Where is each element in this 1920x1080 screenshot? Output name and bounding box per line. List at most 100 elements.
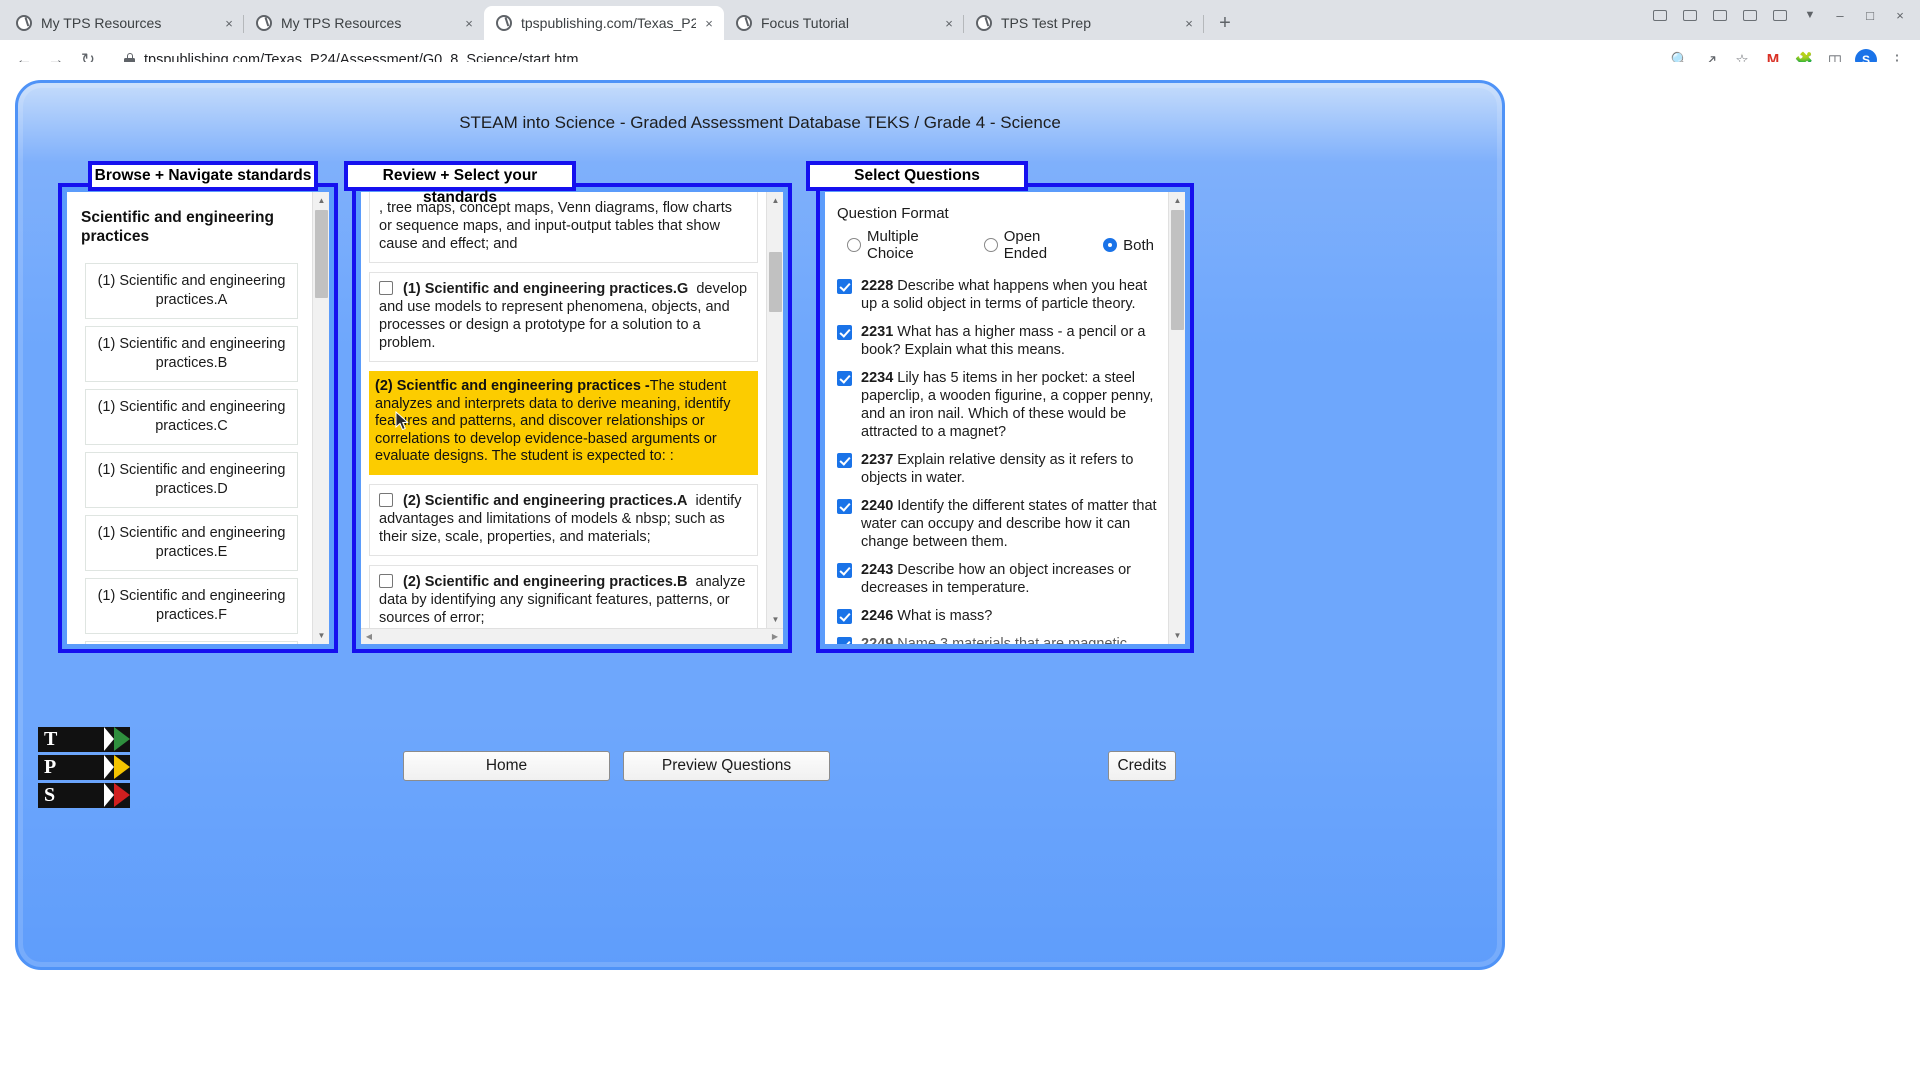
layout-icon[interactable] — [1706, 2, 1734, 28]
window-maximize-button[interactable]: □ — [1856, 2, 1884, 28]
question-checkbox[interactable] — [837, 371, 852, 386]
question-checkbox[interactable] — [837, 325, 852, 340]
browser-tab-3-active[interactable]: tpspublishing.com/Texas_P24/A × — [484, 6, 724, 40]
grid-icon[interactable] — [1676, 2, 1704, 28]
standard-item[interactable]: (1) Scientific and engineering practices… — [85, 452, 298, 508]
question-row[interactable]: 2234 Lily has 5 items in her pocket: a st… — [825, 364, 1168, 446]
standard-item[interactable]: (1) Scientific and engineering practices… — [85, 515, 298, 571]
question-format-label: Question Format — [837, 205, 949, 222]
tab-close-icon[interactable]: × — [220, 14, 238, 32]
question-checkbox[interactable] — [837, 609, 852, 624]
questions-scroll-wrap: Question Format Multiple Choice Open End… — [825, 192, 1185, 644]
standard-item[interactable]: (1) Scientific and engineering practices… — [85, 641, 298, 644]
scroll-up-icon[interactable]: ▲ — [313, 192, 329, 209]
browser-tab-2[interactable]: My TPS Resources × — [244, 6, 484, 40]
scroll-down-icon[interactable]: ▼ — [767, 611, 783, 628]
browse-navigate-frame: Scientific and engineering practices (1)… — [58, 183, 338, 653]
browse-navigate-header: Browse + Navigate standards — [88, 161, 318, 191]
standard-code: (1) Scientific and engineering practices… — [403, 281, 689, 297]
question-row[interactable]: 2228 Describe what happens when you heat … — [825, 272, 1168, 318]
page-title: STEAM into Science - Graded Assessment D… — [459, 113, 1061, 132]
question-body: 2231 What has a higher mass - a pencil or… — [861, 323, 1158, 359]
question-row[interactable]: 2240 Identify the different states of mat… — [825, 492, 1168, 556]
scroll-right-icon[interactable]: ▶ — [767, 629, 783, 644]
standard-item[interactable]: (1) Scientific and engineering practices… — [85, 389, 298, 445]
tab-close-icon[interactable]: × — [940, 14, 958, 32]
radio-open-ended[interactable] — [983, 238, 998, 252]
question-format-options: Multiple Choice Open Ended Both — [825, 228, 1168, 272]
review-select-inner: , tree maps, concept maps, Venn diagrams… — [361, 192, 783, 644]
tab-close-icon[interactable]: × — [1180, 14, 1198, 32]
question-row[interactable]: 2243 Describe how an object increases or … — [825, 556, 1168, 602]
chevron-down-icon[interactable]: ▼ — [1796, 2, 1824, 28]
scroll-down-icon[interactable]: ▼ — [1169, 627, 1185, 644]
highlighted-standard-block[interactable]: (2) Scientfic and engineering practices … — [369, 371, 758, 475]
review-horizontal-scrollbar[interactable]: ◀ ▶ — [361, 628, 783, 644]
window-close-button[interactable]: × — [1886, 2, 1914, 28]
logo-row-p: P — [38, 755, 130, 780]
question-row[interactable]: 2231 What has a higher mass - a pencil or… — [825, 318, 1168, 364]
tab-title: TPS Test Prep — [1001, 15, 1092, 31]
question-row[interactable]: 2249 Name 3 materials that are magnetic. — [825, 630, 1168, 644]
question-checkbox[interactable] — [837, 637, 852, 644]
radio-multiple-choice[interactable] — [847, 238, 861, 252]
panel-icon[interactable] — [1736, 2, 1764, 28]
browse-vertical-scrollbar[interactable]: ▲ ▼ — [312, 192, 329, 644]
preview-questions-button[interactable]: Preview Questions — [623, 751, 830, 781]
scroll-up-icon[interactable]: ▲ — [1169, 192, 1185, 209]
logo-row-s: S — [38, 783, 130, 808]
browser-tabstrip: My TPS Resources × My TPS Resources × tp… — [0, 0, 1920, 40]
question-checkbox[interactable] — [837, 279, 852, 294]
window-controls: ▼ – □ × — [1646, 2, 1914, 28]
standard-checkbox-row[interactable]: (2) Scientific and engineering practices… — [369, 483, 758, 556]
scroll-left-icon[interactable]: ◀ — [361, 629, 377, 644]
standard-checkbox[interactable] — [379, 573, 393, 588]
select-questions-header: Select Questions — [806, 161, 1028, 191]
browser-tab-4[interactable]: Focus Tutorial × — [724, 6, 964, 40]
browser-tab-5[interactable]: TPS Test Prep × — [964, 6, 1204, 40]
question-id: 2237 — [861, 452, 894, 468]
logo-tip-yellow — [114, 755, 130, 779]
question-body: 2249 Name 3 materials that are magnetic. — [861, 635, 1131, 644]
split-icon[interactable] — [1766, 2, 1794, 28]
standard-checkbox-row[interactable]: (1) Scientific and engineering practices… — [369, 272, 758, 362]
question-checkbox[interactable] — [837, 499, 852, 514]
radio-both[interactable] — [1103, 238, 1118, 252]
scrollbar-thumb[interactable] — [1171, 210, 1184, 330]
question-row[interactable]: 2237 Explain relative density as it refer… — [825, 446, 1168, 492]
question-id: 2249 — [861, 636, 894, 644]
standard-checkbox-row[interactable]: (2) Scientific and engineering practices… — [369, 564, 758, 628]
browser-tab-1[interactable]: My TPS Resources × — [4, 6, 244, 40]
question-id: 2234 — [861, 370, 894, 386]
standard-item[interactable]: (1) Scientific and engineering practices… — [85, 578, 298, 634]
tab-favicon — [16, 15, 32, 31]
radio-label-open-ended: Open Ended — [1003, 228, 1048, 262]
scrollbar-thumb[interactable] — [769, 252, 782, 312]
review-select-header: Review + Select your standards — [344, 161, 576, 206]
new-tab-button[interactable]: + — [1210, 8, 1240, 38]
scroll-down-icon[interactable]: ▼ — [313, 627, 329, 644]
question-checkbox[interactable] — [837, 453, 852, 468]
home-button[interactable]: Home — [403, 751, 610, 781]
tab-close-icon[interactable]: × — [700, 14, 718, 32]
scrollbar-thumb[interactable] — [315, 210, 328, 298]
question-row[interactable]: 2246 What is mass? — [825, 602, 1168, 630]
standard-item[interactable]: (1) Scientific and engineering practices… — [85, 326, 298, 382]
question-checkbox[interactable] — [837, 563, 852, 578]
question-id: 2240 — [861, 498, 894, 514]
standard-checkbox[interactable] — [379, 492, 393, 507]
scroll-up-icon[interactable]: ▲ — [767, 192, 783, 209]
browse-scroll-content: Scientific and engineering practices (1)… — [67, 192, 312, 644]
keyboard-icon[interactable] — [1646, 2, 1674, 28]
tab-close-icon[interactable]: × — [460, 14, 478, 32]
highlighted-standard-code: (2) Scientfic and engineering practices … — [375, 378, 650, 394]
window-minimize-button[interactable]: – — [1826, 2, 1854, 28]
review-vertical-scrollbar[interactable]: ▲ ▼ — [766, 192, 783, 628]
browser-window: My TPS Resources × My TPS Resources × tp… — [0, 0, 1920, 1080]
credits-button[interactable]: Credits — [1108, 751, 1176, 781]
select-questions-frame: Question Format Multiple Choice Open End… — [816, 183, 1194, 653]
standard-item[interactable]: (1) Scientific and engineering practices… — [85, 263, 298, 319]
questions-vertical-scrollbar[interactable]: ▲ ▼ — [1168, 192, 1185, 644]
logo-nib — [104, 755, 114, 779]
standard-checkbox[interactable] — [379, 281, 393, 295]
